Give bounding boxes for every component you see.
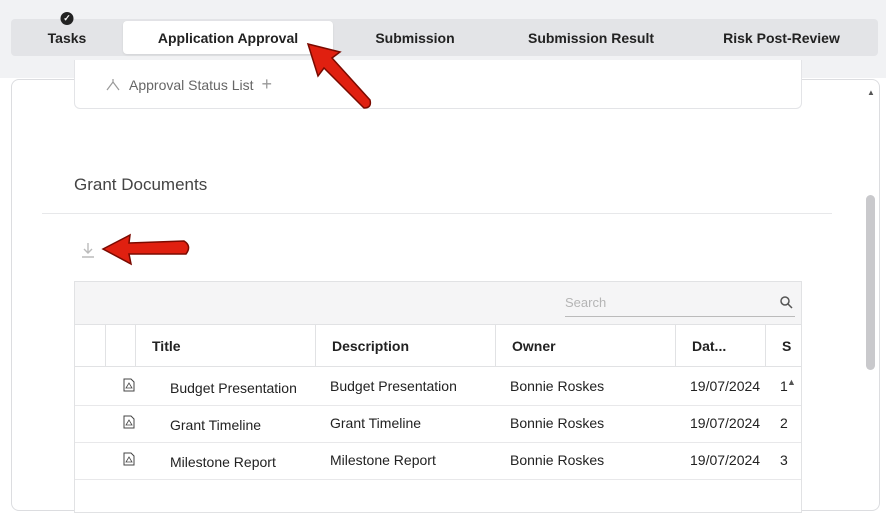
column-header-description[interactable]: Description [316,325,496,367]
tab-label: Submission Result [527,29,655,46]
cell-title: Milestone Report [170,453,276,470]
cell-owner: Bonnie Roskes [510,377,605,394]
column-header-title[interactable]: Title [136,325,316,367]
tab-submission-result[interactable]: Submission Result [497,19,685,56]
grid-toolbar: Search [75,282,801,325]
column-header-owner[interactable]: Owner [496,325,676,367]
search-icon[interactable] [779,295,793,309]
pdf-file-icon [123,415,135,429]
cell-date: 19/07/2024 [690,377,761,394]
cell-description: Milestone Report [330,451,436,468]
cell-date: 19/07/2024 [690,451,761,468]
annotation-arrow-left [101,233,190,266]
table-row[interactable]: Milestone Report Milestone Report Bonnie… [75,442,801,480]
tab-label: Submission [375,29,455,46]
search-placeholder: Search [565,295,607,310]
tab-tasks[interactable]: ✓ Tasks [11,12,123,56]
column-label: Title [152,337,181,354]
plus-icon[interactable]: + [262,74,273,95]
cell-s: 3 [780,451,788,468]
workflow-icon [106,78,120,90]
cell-date: 19/07/2024 [690,414,761,431]
tab-risk-post-review[interactable]: Risk Post-Review [685,19,878,56]
cell-owner: Bonnie Roskes [510,414,605,431]
pdf-file-icon [123,452,135,466]
search-input[interactable]: Search [565,291,795,317]
documents-grid: Search Title Description Owner Dat... S … [74,281,802,513]
column-label: Dat... [692,337,727,354]
grid-scroll-up-icon[interactable]: ▲ [787,377,796,387]
cell-title: Grant Timeline [170,416,262,433]
section-title: Grant Documents [74,175,208,194]
check-circle-icon: ✓ [60,12,74,25]
cell-description: Grant Timeline [330,414,422,431]
row-selector-header[interactable] [75,325,106,367]
approval-status-label: Approval Status List [129,76,254,93]
pdf-file-icon [123,378,135,392]
column-label: Description [332,337,410,354]
cell-title: Budget Presentation [170,379,297,396]
scroll-up-icon[interactable]: ▲ [866,88,876,98]
tab-label: Risk Post-Review [723,29,840,46]
page-scrollbar-thumb[interactable] [866,195,875,370]
column-label: Owner [512,337,556,354]
table-row[interactable]: Grant Timeline Grant Timeline Bonnie Ros… [75,405,801,443]
approval-status-list[interactable]: Approval Status List + [105,74,272,95]
cell-s: 2 [780,414,788,431]
annotation-arrow-up [306,42,372,109]
column-header-date[interactable]: Dat... [676,325,766,367]
column-label: S [782,337,792,354]
divider [42,213,832,214]
tab-label: Application Approval [157,29,299,46]
icon-column-header [106,325,136,367]
tab-label: Tasks [47,29,87,46]
cell-owner: Bonnie Roskes [510,451,605,468]
column-header-s[interactable]: S [766,325,801,367]
download-icon[interactable] [80,241,96,259]
table-row[interactable]: Budget Presentation Budget Presentation … [75,368,801,406]
stepper-tabs: ✓ Tasks Application Approval Submission … [11,12,878,56]
cell-description: Budget Presentation [330,377,457,394]
